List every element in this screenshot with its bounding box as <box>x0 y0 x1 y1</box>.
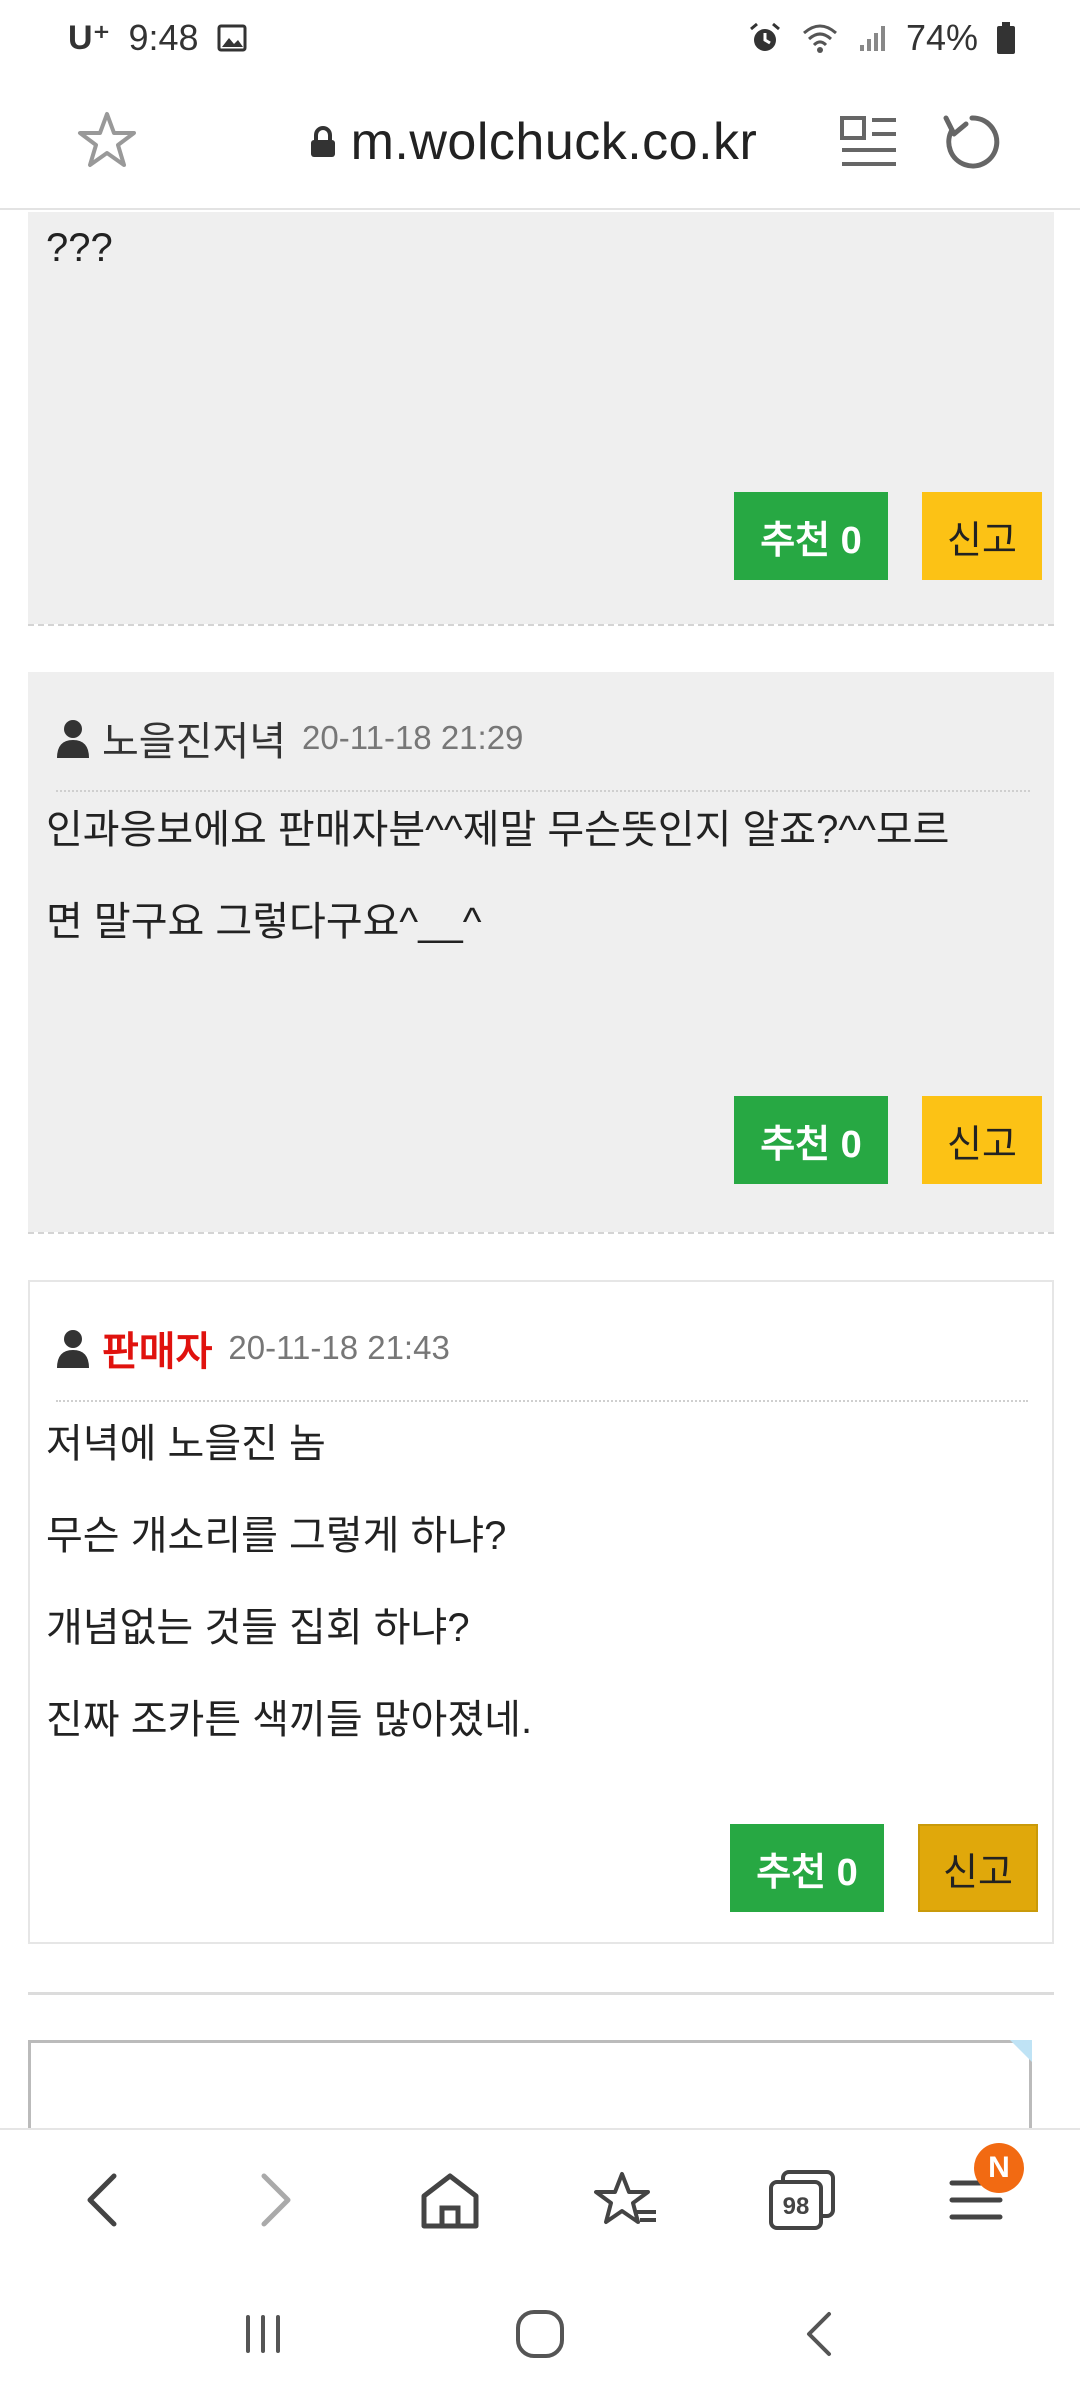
resize-handle-icon[interactable] <box>1010 2040 1032 2062</box>
bookmarks-button[interactable] <box>586 2160 666 2240</box>
url-field[interactable]: m.wolchuck.co.kr <box>309 112 758 172</box>
wifi-icon <box>802 24 837 53</box>
divider <box>28 1232 1054 1234</box>
tabs-icon: 98 <box>769 2170 835 2230</box>
comment-body: 인과응보에요 판매자분^^제말 무슨뜻인지 알죠?^^모르 면 말구요 그렇다구… <box>46 784 1030 968</box>
system-nav-bar <box>0 2264 1080 2400</box>
report-button[interactable]: 신고 <box>922 492 1042 580</box>
lock-icon <box>310 126 335 157</box>
back-button[interactable] <box>62 2160 142 2240</box>
home-button[interactable] <box>410 2160 490 2240</box>
alarm-icon <box>749 22 780 51</box>
comment-date: 20-11-18 21:29 <box>302 719 524 756</box>
status-bar: U⁺ 9:48 74% <box>0 0 1080 76</box>
divider <box>28 624 1054 626</box>
comment-line: 면 말구요 그렇다구요^__^ <box>46 900 482 944</box>
comment-input[interactable] <box>28 2040 1032 2128</box>
home-circle-icon <box>516 2310 564 2358</box>
reload-icon[interactable] <box>938 108 1006 176</box>
chevron-left-icon <box>87 2173 117 2227</box>
comment-line: 무슨 개소리를 그렇게 하냐? <box>46 1514 507 1558</box>
comment-author[interactable]: 판매자 <box>102 1319 212 1377</box>
recent-apps-button[interactable] <box>228 2304 298 2364</box>
comment-line: 개념없는 것들 집회 하냐? <box>46 1606 470 1650</box>
back-arrow-icon <box>807 2312 831 2356</box>
url-text: m.wolchuck.co.kr <box>350 113 758 171</box>
recommend-button[interactable]: 추천 0 <box>734 492 888 580</box>
tab-count: 98 <box>783 2193 810 2220</box>
comment-line: 진짜 조카튼 색끼들 많아졌네. <box>46 1698 533 1742</box>
comment-date: 20-11-18 21:43 <box>228 1329 450 1366</box>
home-system-button[interactable] <box>505 2304 575 2364</box>
report-button[interactable]: 신고 <box>922 1096 1042 1184</box>
recommend-button[interactable]: 추천 0 <box>730 1824 884 1912</box>
back-system-button[interactable] <box>784 2304 854 2364</box>
battery-percent: 74% <box>905 17 978 58</box>
user-icon <box>57 1330 89 1368</box>
comment-body: 저녁에 노을진 놈 무슨 개소리를 그렇게 하냐? 개념없는 것들 집회 하냐?… <box>46 1398 1028 1766</box>
comment-header: 노을진저녁 20-11-18 21:29 <box>56 702 1030 792</box>
comment-line: 인과응보에요 판매자분^^제말 무슨뜻인지 알죠?^^모르 <box>46 808 950 852</box>
comment-card-seller: 판매자 20-11-18 21:43 저녁에 노을진 놈 무슨 개소리를 그렇게… <box>28 1280 1054 1944</box>
chevron-right-icon <box>261 2173 291 2227</box>
comment-list: ??? 추천 0 신고 노을진저녁 20-11-18 21:29 인과응보에요 … <box>0 212 1080 2128</box>
recommend-button[interactable]: 추천 0 <box>734 1096 888 1184</box>
comment-line: 저녁에 노을진 놈 <box>46 1422 326 1466</box>
battery-icon <box>997 22 1015 54</box>
tabs-button[interactable]: 98 <box>762 2160 842 2240</box>
comment-author[interactable]: 노을진저녁 <box>102 709 286 767</box>
bookmark-list-icon <box>594 2172 656 2224</box>
comment-header: 판매자 20-11-18 21:43 <box>56 1312 1028 1402</box>
divider <box>28 1992 1054 1995</box>
menu-badge: N <box>974 2143 1024 2193</box>
browser-toolbar: 98 <box>0 2128 1080 2264</box>
reader-mode-icon[interactable] <box>838 112 900 172</box>
signal-icon <box>859 26 885 51</box>
home-icon <box>421 2173 479 2229</box>
gallery-notification-icon <box>217 24 247 52</box>
bookmark-star-icon[interactable] <box>72 106 142 176</box>
comment-card: ??? 추천 0 신고 <box>28 212 1054 624</box>
recent-apps-icon <box>246 2315 280 2353</box>
forward-button[interactable] <box>236 2160 316 2240</box>
comment-card: 노을진저녁 20-11-18 21:29 인과응보에요 판매자분^^제말 무슨뜻… <box>28 672 1054 1232</box>
report-button[interactable]: 신고 <box>918 1824 1038 1912</box>
comment-body: ??? <box>46 212 1030 294</box>
comment-line: ??? <box>46 226 113 270</box>
user-icon <box>57 720 89 758</box>
carrier-label: U⁺ <box>68 19 111 57</box>
status-time: 9:48 <box>128 17 199 58</box>
address-bar: m.wolchuck.co.kr <box>0 76 1080 210</box>
